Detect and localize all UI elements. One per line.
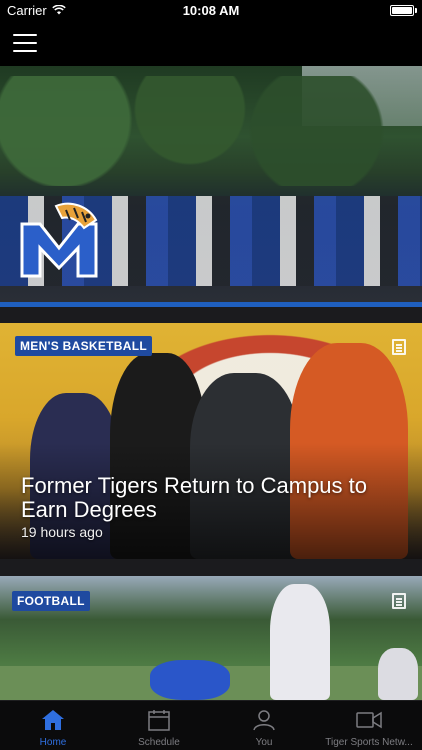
category-tag: FOOTBALL [12, 591, 90, 611]
clock: 10:08 AM [182, 3, 240, 18]
hamburger-menu-icon[interactable] [13, 34, 37, 52]
news-card[interactable]: FOOTBALL [0, 576, 422, 700]
article-icon [392, 593, 406, 609]
category-tag: MEN'S BASKETBALL [15, 336, 152, 356]
article-headline[interactable]: Former Tigers Return to Campus to Earn D… [21, 474, 411, 522]
card-photo-player [378, 648, 418, 700]
card-photo-player [270, 584, 330, 700]
person-icon [253, 710, 275, 731]
divider [0, 307, 422, 323]
tab-tiger-sports-network-label: Tiger Sports Netw... [325, 737, 413, 748]
memphis-tigers-logo [20, 202, 98, 278]
article-timestamp: 19 hours ago [21, 524, 103, 540]
hero-trees [0, 76, 422, 186]
hero-team-photo[interactable] [0, 66, 422, 302]
battery-icon [390, 5, 414, 16]
tab-bar: Home Schedule You Tiger Sports Netw... [0, 700, 422, 750]
tab-tiger-sports-network[interactable]: Tiger Sports Netw... [316, 701, 422, 750]
navigation-bar [0, 22, 422, 66]
status-bar: Carrier 10:08 AM [0, 0, 422, 22]
article-icon [392, 339, 406, 355]
battery-tip [415, 8, 417, 13]
tab-you[interactable]: You [211, 701, 317, 750]
calendar-icon [148, 710, 170, 731]
divider [0, 559, 422, 576]
tab-home[interactable]: Home [0, 701, 106, 750]
tab-home-label: Home [39, 737, 67, 748]
tab-schedule-label: Schedule [138, 737, 180, 748]
card-photo-player [150, 660, 230, 700]
video-camera-icon [356, 711, 382, 729]
home-icon [42, 710, 64, 730]
tab-you-label: You [255, 737, 273, 748]
tab-schedule[interactable]: Schedule [106, 701, 212, 750]
